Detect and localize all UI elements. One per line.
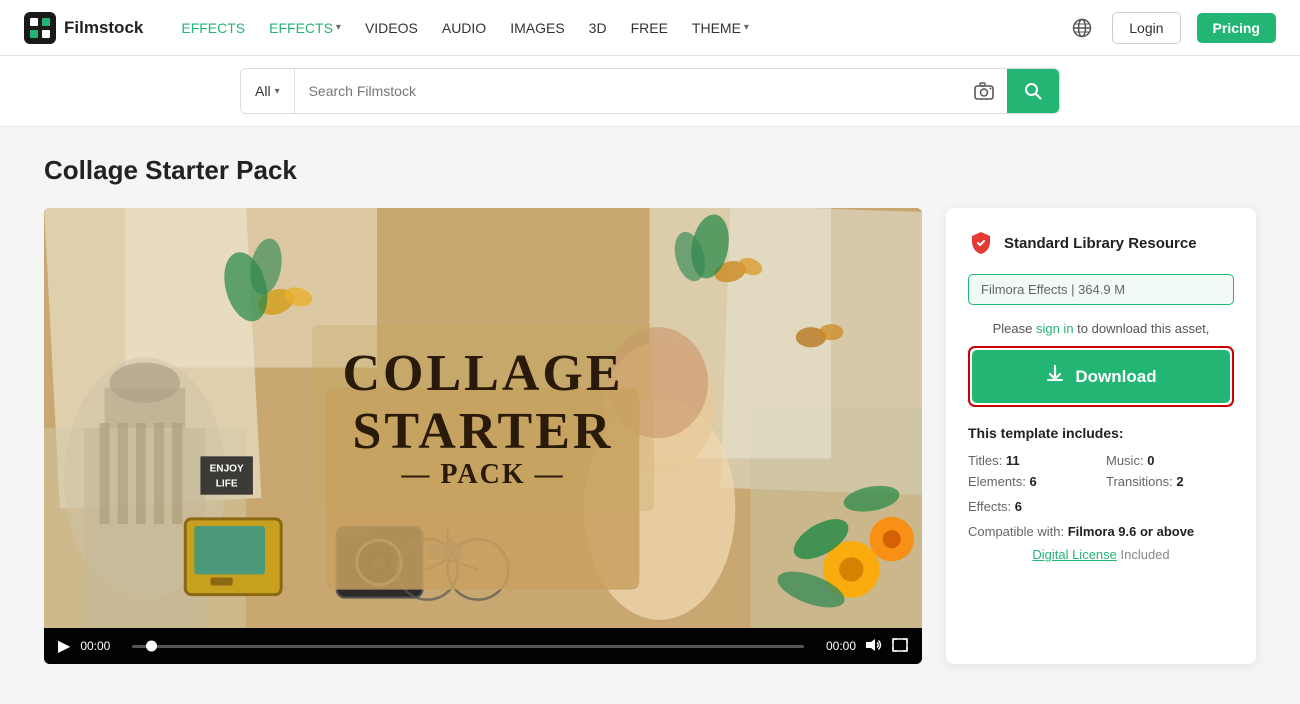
stat-effects: Effects: 6: [968, 499, 1234, 514]
compatible-with: Compatible with: Filmora 9.6 or above: [968, 524, 1234, 539]
search-button[interactable]: [1007, 69, 1059, 113]
filmora-effects-pill: Filmora Effects | 364.9 M: [968, 274, 1234, 305]
search-input[interactable]: [295, 69, 961, 113]
video-thumbnail: ENJOY LIFE COLLAGE STARTER — PACK —: [44, 208, 922, 628]
pricing-button[interactable]: Pricing: [1197, 13, 1276, 43]
collage-dash-line: — PACK —: [342, 460, 623, 491]
collage-title-line1: COLLAGE: [342, 345, 623, 402]
camera-icon: [973, 81, 995, 101]
resource-header: Standard Library Resource: [968, 230, 1234, 256]
filmora-effects-label: Filmora Effects: [981, 282, 1067, 297]
video-time-start: 00:00: [80, 639, 122, 653]
logo[interactable]: Filmstock: [24, 12, 143, 44]
digital-license-link[interactable]: Digital License: [1032, 547, 1117, 562]
language-button[interactable]: [1068, 14, 1096, 42]
template-stats: Titles: 11 Music: 0 Elements: 6 Transiti…: [968, 453, 1234, 489]
effects-chevron-icon: ▾: [336, 22, 341, 33]
stat-music: Music: 0: [1106, 453, 1234, 468]
nav-theme[interactable]: THEME ▾: [682, 14, 759, 42]
search-bar-wrapper: All ▾: [0, 56, 1300, 127]
sidebar-panel: Standard Library Resource Filmora Effect…: [946, 208, 1256, 664]
nav-free[interactable]: FREE: [621, 14, 678, 42]
nav-images[interactable]: IMAGES: [500, 14, 574, 42]
logo-text: Filmstock: [64, 18, 143, 38]
sign-in-link[interactable]: sign in: [1036, 321, 1074, 336]
download-button-wrapper: Download: [968, 346, 1234, 407]
search-category-label: All: [255, 83, 271, 99]
theme-chevron-icon: ▾: [744, 22, 749, 33]
header: Filmstock EFFECTS EFFECTS ▾ VIDEOS AUDIO…: [0, 0, 1300, 56]
template-includes-title: This template includes:: [968, 425, 1234, 441]
nav-videos[interactable]: VIDEOS: [355, 14, 428, 42]
download-icon: [1045, 364, 1065, 389]
download-arrow-icon: [1045, 364, 1065, 384]
nav-audio[interactable]: AUDIO: [432, 14, 496, 42]
page-title: Collage Starter Pack: [44, 155, 1256, 186]
video-text-overlay: COLLAGE STARTER — PACK —: [44, 208, 922, 628]
video-time-end: 00:00: [814, 639, 856, 653]
stat-transitions: Transitions: 2: [1106, 474, 1234, 489]
main-content: Collage Starter Pack: [20, 127, 1280, 704]
category-chevron-icon: ▾: [275, 86, 280, 97]
progress-indicator: [146, 641, 157, 652]
fullscreen-button[interactable]: [892, 638, 908, 655]
digital-license: Digital License Included: [968, 547, 1234, 562]
download-button[interactable]: Download: [972, 350, 1230, 403]
globe-icon: [1072, 18, 1092, 38]
camera-search-button[interactable]: [961, 69, 1007, 113]
download-label: Download: [1075, 367, 1156, 387]
stat-titles: Titles: 11: [968, 453, 1096, 468]
collage-title-line2: STARTER: [342, 403, 623, 460]
search-bar: All ▾: [240, 68, 1060, 114]
video-player: ENJOY LIFE COLLAGE STARTER — PACK — ▶ 00…: [44, 208, 922, 664]
resource-title: Standard Library Resource: [1004, 235, 1197, 252]
nav-effects1[interactable]: EFFECTS: [171, 14, 255, 42]
play-button[interactable]: ▶: [58, 636, 70, 656]
video-controls: ▶ 00:00 00:00: [44, 628, 922, 664]
search-category-dropdown[interactable]: All ▾: [241, 69, 295, 113]
header-right: Login Pricing: [1068, 12, 1276, 44]
search-icon: [1023, 81, 1043, 101]
volume-button[interactable]: [866, 638, 882, 655]
content-layout: ENJOY LIFE COLLAGE STARTER — PACK — ▶ 00…: [44, 208, 1256, 664]
nav-effects2[interactable]: EFFECTS ▾: [259, 14, 351, 42]
file-size-label: | 364.9 M: [1071, 282, 1125, 297]
stat-elements: Elements: 6: [968, 474, 1096, 489]
sign-in-notice: Please sign in to download this asset,: [968, 321, 1234, 336]
shield-icon: [968, 230, 994, 256]
nav-3d[interactable]: 3D: [579, 14, 617, 42]
logo-icon: [24, 12, 56, 44]
main-nav: EFFECTS EFFECTS ▾ VIDEOS AUDIO IMAGES 3D…: [171, 14, 1068, 42]
login-button[interactable]: Login: [1112, 12, 1180, 44]
